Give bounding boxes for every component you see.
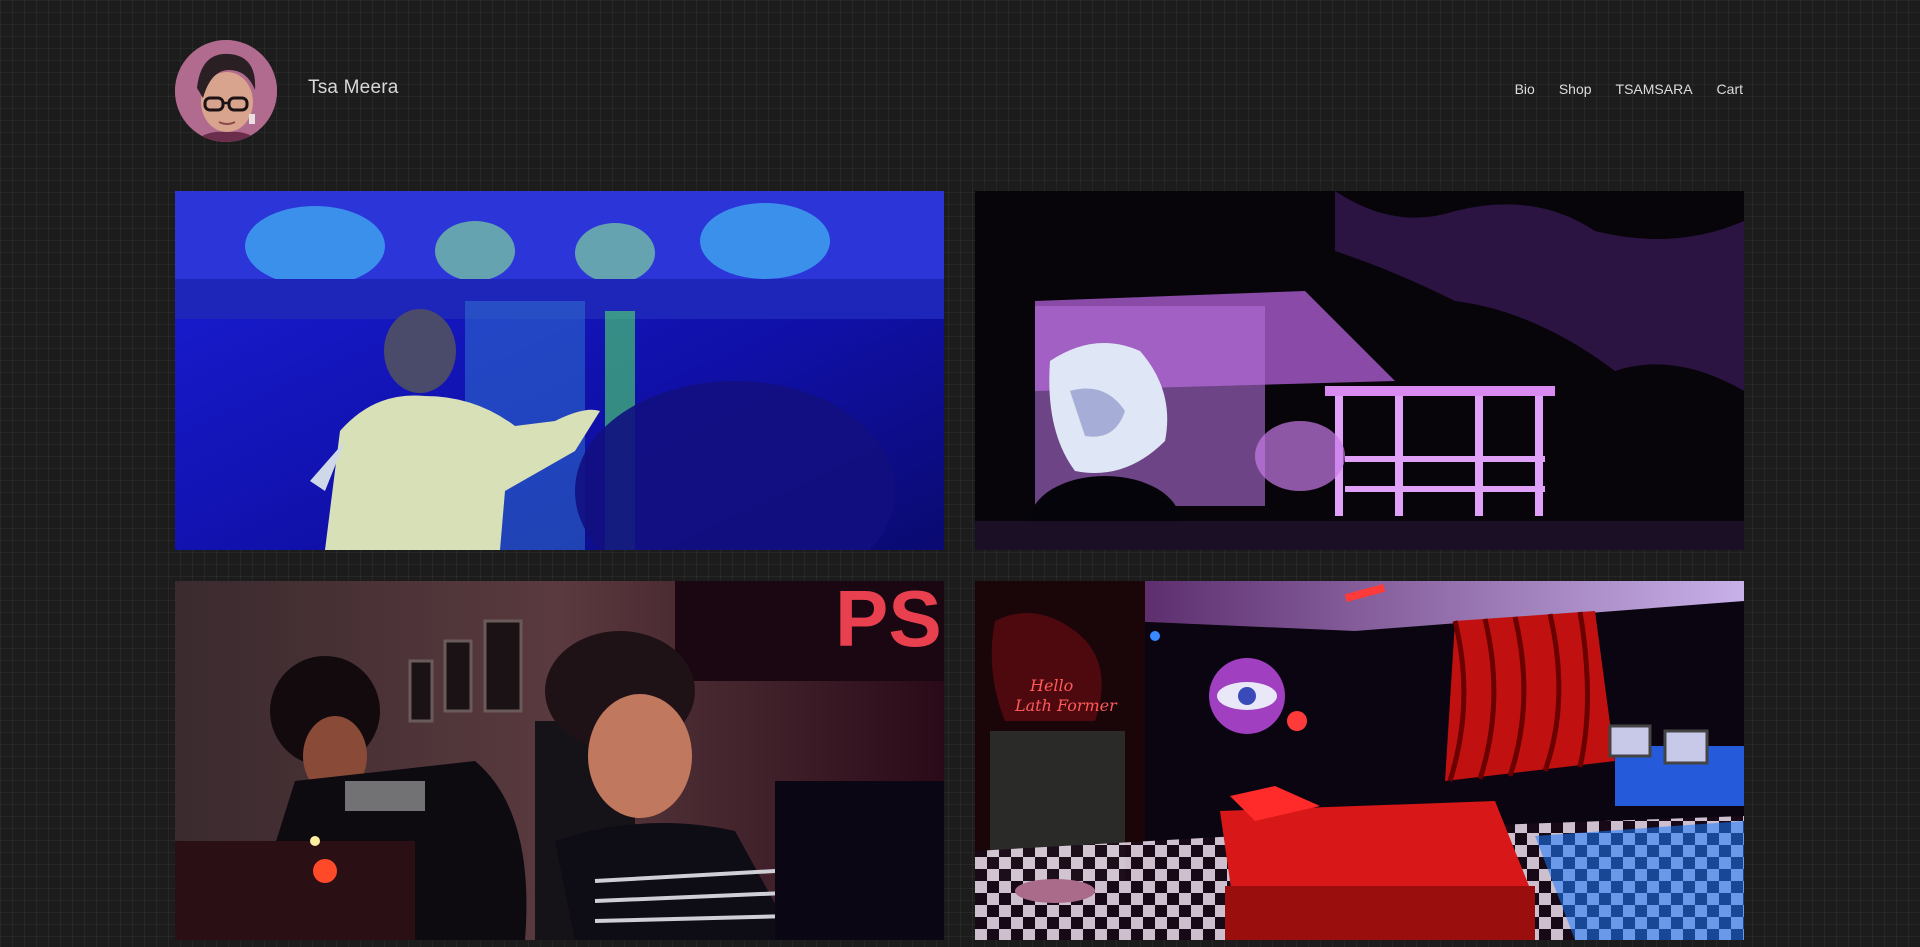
nav-link-shop[interactable]: Shop (1559, 81, 1592, 97)
site-header: Tsa Meera Bio Shop TSAMSARA Cart (175, 40, 1745, 144)
avatar[interactable] (175, 40, 277, 142)
avatar-portrait-image (175, 40, 277, 142)
gallery-tile-djs[interactable]: PS (175, 581, 944, 940)
svg-text:Hello: Hello (1029, 676, 1073, 695)
svg-text:PS: PS (835, 581, 942, 663)
gallery-tile-pavilion[interactable] (975, 191, 1744, 550)
night-pavilion-image (975, 191, 1744, 550)
main-nav: Bio Shop TSAMSARA Cart (1515, 81, 1743, 97)
nav-link-cart[interactable]: Cart (1717, 81, 1743, 97)
performer-projection-image (175, 191, 944, 550)
djs-red-light-image: PS (175, 581, 944, 940)
svg-text:Lath Former: Lath Former (1014, 696, 1118, 715)
neon-room-image: Hello Lath Former (975, 581, 1744, 940)
gallery-tile-performer[interactable] (175, 191, 944, 550)
nav-link-bio[interactable]: Bio (1515, 81, 1535, 97)
gallery-tile-neon-room[interactable]: Hello Lath Former (975, 581, 1744, 940)
site-title[interactable]: Tsa Meera (308, 77, 399, 99)
nav-link-tsamsara[interactable]: TSAMSARA (1616, 81, 1693, 97)
